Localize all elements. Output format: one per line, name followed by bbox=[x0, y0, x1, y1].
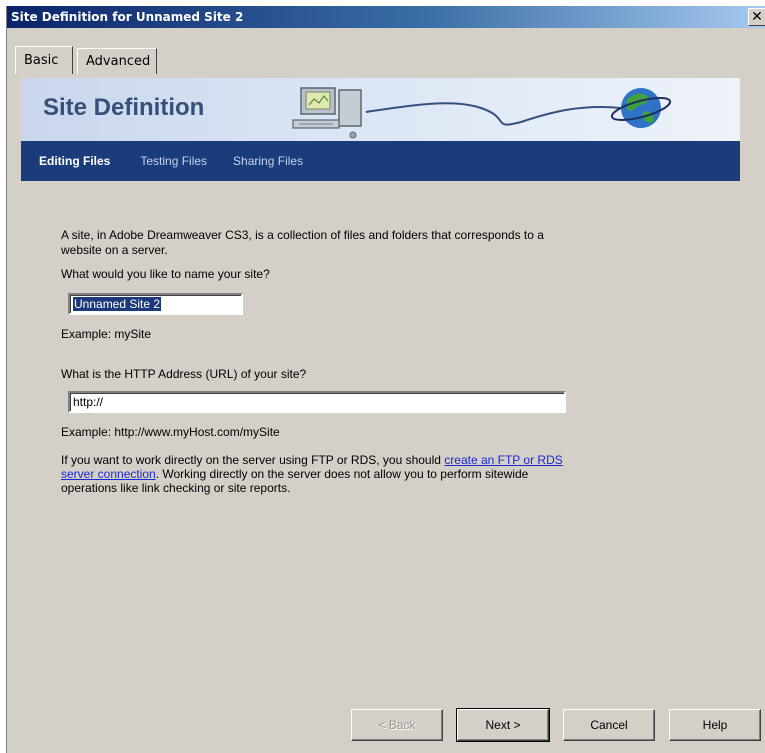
url-question: What is the HTTP Address (URL) of your s… bbox=[61, 367, 307, 381]
url-example: Example: http://www.myHost.com/mySite bbox=[61, 425, 280, 439]
nav-item-sharing-files[interactable]: Sharing Files bbox=[233, 154, 303, 168]
globe-icon bbox=[610, 88, 672, 128]
back-button[interactable]: < Back bbox=[351, 709, 443, 741]
site-name-input[interactable]: Unnamed Site 2 bbox=[68, 293, 243, 315]
next-button[interactable]: Next > bbox=[456, 708, 550, 742]
site-url-value: http:// bbox=[73, 395, 104, 409]
nav-item-editing-files[interactable]: Editing Files bbox=[39, 154, 110, 168]
site-definition-dialog: Site Definition for Unnamed Site 2 ✕ Bas… bbox=[6, 6, 765, 753]
intro-text-line1: A site, in Adobe Dreamweaver CS3, is a c… bbox=[61, 228, 544, 242]
ftp-text-line2: server connection. Working directly on t… bbox=[61, 467, 528, 481]
tab-advanced-label: Advanced bbox=[86, 54, 151, 69]
tab-basic-label: Basic bbox=[24, 53, 59, 68]
site-name-question: What would you like to name your site? bbox=[61, 267, 270, 281]
tab-basic[interactable]: Basic bbox=[15, 46, 73, 74]
window-title: Site Definition for Unnamed Site 2 bbox=[11, 10, 244, 24]
site-url-input[interactable]: http:// bbox=[68, 391, 566, 413]
ftp-connection-link-part1[interactable]: create an FTP or RDS bbox=[444, 453, 563, 467]
ftp-connection-link-part2[interactable]: server connection bbox=[61, 467, 156, 481]
site-name-value: Unnamed Site 2 bbox=[73, 297, 162, 311]
site-definition-banner: Site Definition bbox=[21, 78, 740, 141]
cancel-button[interactable]: Cancel bbox=[563, 709, 655, 741]
tab-advanced[interactable]: Advanced bbox=[77, 48, 157, 74]
site-name-example: Example: mySite bbox=[61, 327, 152, 341]
computer-icon bbox=[292, 87, 362, 139]
intro-text-line2: website on a server. bbox=[61, 243, 168, 257]
ftp-text-before: If you want to work directly on the serv… bbox=[61, 453, 445, 467]
wizard-nav-bar: Editing Files Testing Files Sharing File… bbox=[21, 141, 740, 181]
close-icon[interactable]: ✕ bbox=[748, 8, 765, 26]
ftp-text-line3: operations like link checking or site re… bbox=[61, 481, 291, 495]
banner-graphic bbox=[292, 87, 672, 139]
ftp-text-after: . Working directly on the server does no… bbox=[155, 467, 529, 481]
nav-item-testing-files[interactable]: Testing Files bbox=[140, 154, 207, 168]
title-bar[interactable]: Site Definition for Unnamed Site 2 ✕ bbox=[7, 6, 765, 28]
ftp-text-line1: If you want to work directly on the serv… bbox=[61, 453, 563, 467]
help-button[interactable]: Help bbox=[669, 709, 761, 741]
tab-strip: Basic Advanced bbox=[7, 28, 765, 76]
